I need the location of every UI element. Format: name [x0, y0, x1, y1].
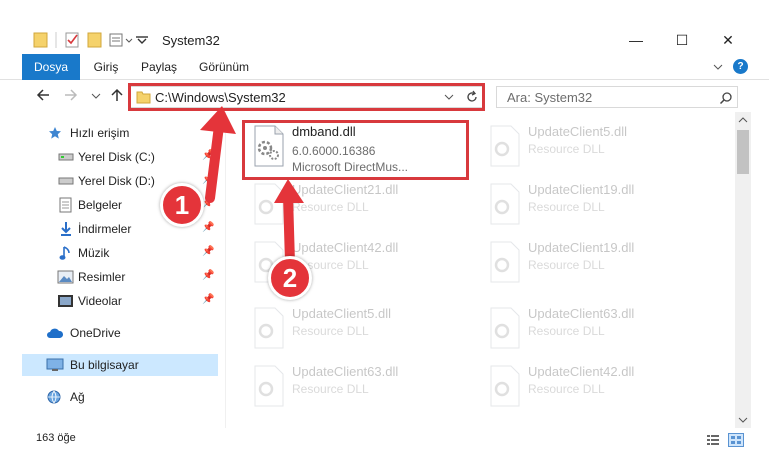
pictures-icon	[57, 270, 74, 284]
file-item[interactable]: UpdateClient63.dll Resource DLL	[478, 300, 698, 360]
music-icon	[59, 246, 70, 260]
dll-file-icon	[254, 307, 284, 349]
download-icon	[61, 222, 71, 236]
file-name: UpdateClient5.dll	[528, 124, 628, 139]
sidebar-item-label: Bu bilgisayar	[70, 358, 139, 372]
star-icon	[49, 127, 61, 139]
documents-icon	[59, 197, 72, 213]
dll-file-icon	[490, 307, 520, 349]
details-view-icon[interactable]	[706, 434, 720, 446]
file-name: UpdateClient19.dll	[528, 182, 635, 197]
quick-access-toolbar[interactable]	[30, 30, 160, 50]
file-name: UpdateClient19.dll	[528, 240, 635, 255]
back-arrow-icon[interactable]	[34, 86, 52, 104]
sidebar-item-label: Videolar	[78, 294, 122, 308]
file-type: Resource DLL	[292, 382, 369, 396]
file-type: Resource DLL	[528, 258, 605, 272]
help-icon[interactable]: ?	[733, 59, 748, 74]
scroll-down-icon[interactable]	[738, 416, 748, 424]
dll-file-icon	[490, 183, 520, 225]
sidebar-item-pictures[interactable]: Resimler 📌	[22, 266, 218, 288]
sidebar-item-label: Yerel Disk (C:)	[78, 150, 155, 164]
forward-arrow-icon[interactable]	[62, 86, 80, 104]
tab-giris[interactable]: Giriş	[84, 54, 128, 80]
search-icon[interactable]	[719, 91, 733, 105]
dll-file-icon	[254, 365, 284, 407]
pin-icon[interactable]: 📌	[202, 222, 214, 234]
sidebar-item-label: İndirmeler	[78, 222, 132, 236]
dll-file-icon	[490, 365, 520, 407]
item-count: 163 öğe	[36, 432, 76, 444]
sidebar-item-network[interactable]: Ağ	[22, 386, 218, 408]
sidebar-item-label: OneDrive	[70, 326, 121, 340]
maximize-button[interactable]: ☐	[659, 30, 705, 50]
dll-file-icon	[490, 125, 520, 167]
file-highlight-box	[242, 120, 469, 180]
tab-paylas[interactable]: Paylaş	[136, 54, 182, 80]
file-type: Resource DLL	[292, 324, 369, 338]
pin-icon[interactable]: 📌	[202, 246, 214, 258]
sidebar-item-music[interactable]: Müzik 📌	[22, 242, 218, 264]
sidebar-item-label: Belgeler	[78, 198, 123, 212]
title-bar: System32 — ☐ ✕	[0, 0, 769, 50]
recent-locations-icon[interactable]	[90, 86, 102, 104]
pin-icon[interactable]: 📌	[202, 270, 214, 282]
cloud-icon	[47, 328, 64, 338]
sidebar-item-videos[interactable]: Videolar 📌	[22, 290, 218, 312]
scroll-up-icon[interactable]	[738, 116, 748, 124]
tiles-view-icon[interactable]	[728, 433, 744, 447]
file-item[interactable]: UpdateClient5.dll Resource DLL	[478, 118, 698, 178]
network-icon	[47, 390, 61, 404]
scrollbar-thumb[interactable]	[737, 130, 749, 174]
file-item[interactable]: UpdateClient5.dll Resource DLL	[242, 300, 462, 360]
pin-icon[interactable]: 📌	[202, 294, 214, 306]
sidebar-item-label: Ağ	[70, 390, 85, 404]
ribbon-tabs: Dosya Giriş Paylaş Görünüm ?	[0, 54, 769, 80]
file-item[interactable]: UpdateClient19.dll Resource DLL	[478, 234, 698, 294]
sidebar-item-this-pc[interactable]: Bu bilgisayar	[22, 354, 218, 376]
status-bar: 163 öğe	[0, 428, 769, 450]
file-name: UpdateClient63.dll	[528, 306, 635, 321]
file-type: Resource DLL	[528, 142, 605, 156]
drive-icon	[58, 153, 74, 161]
search-input[interactable]: Ara: System32	[496, 86, 738, 108]
file-item[interactable]: UpdateClient42.dll Resource DLL	[478, 358, 698, 418]
step-2-badge: 2	[268, 256, 312, 300]
file-name: UpdateClient5.dll	[292, 306, 392, 321]
tab-dosya[interactable]: Dosya	[22, 54, 80, 80]
minimize-button[interactable]: —	[613, 30, 659, 50]
drive-icon	[58, 177, 74, 185]
step-1-badge: 1	[160, 183, 204, 227]
sidebar-item-label: Hızlı erişim	[70, 126, 130, 140]
file-item[interactable]: UpdateClient63.dll Resource DLL	[242, 358, 462, 418]
file-item[interactable]: UpdateClient19.dll Resource DLL	[478, 176, 698, 236]
sidebar-item-label: Müzik	[78, 246, 110, 260]
video-icon	[58, 295, 73, 307]
tab-gorunum[interactable]: Görünüm	[192, 54, 256, 80]
up-arrow-icon[interactable]	[108, 86, 126, 104]
window-title: System32	[162, 33, 220, 48]
search-placeholder: Ara: System32	[507, 90, 593, 105]
file-type: Resource DLL	[528, 200, 605, 214]
ribbon-expand-icon[interactable]	[712, 62, 724, 72]
sidebar-item-label: Yerel Disk (D:)	[78, 174, 155, 188]
sidebar-item-label: Resimler	[78, 270, 126, 284]
file-name: UpdateClient42.dll	[528, 364, 635, 379]
file-name: UpdateClient63.dll	[292, 364, 399, 379]
close-button[interactable]: ✕	[705, 30, 751, 50]
file-type: Resource DLL	[528, 382, 605, 396]
sidebar-item-onedrive[interactable]: OneDrive	[22, 322, 218, 344]
dll-file-icon	[490, 241, 520, 283]
computer-icon	[46, 358, 64, 371]
file-type: Resource DLL	[528, 324, 605, 338]
vertical-scrollbar[interactable]	[735, 112, 751, 428]
